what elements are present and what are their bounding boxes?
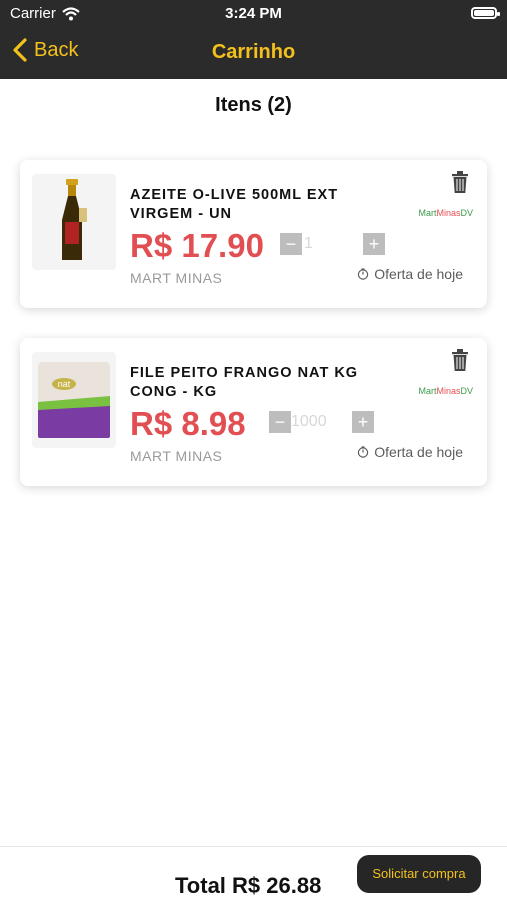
quantity-value[interactable]: 1 [304, 235, 313, 253]
page-title: Carrinho [211, 41, 296, 63]
timer-icon [358, 446, 369, 458]
product-price: R$ 8.98 [130, 405, 246, 442]
battery-fill [474, 10, 494, 16]
offer-label: Oferta de hoje [357, 266, 463, 282]
plus-icon: + [357, 412, 369, 432]
decrease-qty-button[interactable]: − [280, 233, 302, 255]
offer-label: Oferta de hoje [357, 444, 463, 460]
logo-part: Minas [436, 208, 461, 218]
status-time: 3:24 PM [225, 5, 282, 22]
store-name: MART MINAS [130, 448, 223, 464]
increase-qty-button[interactable]: + [352, 411, 374, 433]
minus-icon: − [285, 234, 297, 254]
timer-icon [358, 268, 369, 280]
offer-text: Oferta de hoje [374, 444, 463, 460]
increase-qty-button[interactable]: + [363, 233, 385, 255]
navigation-bar: Back Carrinho [0, 28, 507, 79]
product-name: FILE PEITO FRANGO NAT KG CONG - KG [130, 365, 359, 400]
request-purchase-button[interactable]: Solicitar compra [357, 855, 481, 893]
status-bar: Carrier 3:24 PM [0, 0, 507, 28]
logo-part: Mart [418, 386, 437, 396]
items-count-title: Itens (2) [215, 94, 292, 116]
battery-icon [471, 7, 500, 19]
checkout-bar: Total R$ 26.88 Solicitar compra [0, 846, 507, 900]
product-name: AZEITE O-LIVE 500ML EXT VIRGEM - UN [130, 187, 339, 222]
mart-minas-logo: MartMinasDV [418, 386, 473, 396]
cart-item-card: AZEITE O-LIVE 500ML EXT VIRGEM - UN R$ 1… [20, 160, 487, 308]
store-name: MART MINAS [130, 270, 223, 286]
minus-icon: − [274, 412, 286, 432]
logo-part: Minas [436, 386, 461, 396]
cart-screen: Carrier 3:24 PM Back Carrinho Itens (2) … [0, 0, 507, 900]
product-price: R$ 17.90 [130, 227, 264, 264]
header: Carrier 3:24 PM Back Carrinho [0, 0, 507, 79]
mart-minas-logo: MartMinasDV [418, 208, 473, 218]
trash-icon[interactable] [449, 348, 471, 372]
logo-part: Mart [418, 208, 437, 218]
quantity-value[interactable]: 1000 [291, 413, 327, 431]
plus-icon: + [368, 234, 380, 254]
svg-text:nat: nat [58, 379, 71, 389]
trash-icon[interactable] [449, 170, 471, 194]
decrease-qty-button[interactable]: − [269, 411, 291, 433]
cart-total: Total R$ 26.88 [175, 873, 322, 898]
cart-item-card: nat FILE PEITO FRANGO NAT KG CONG - KG R… [20, 338, 487, 486]
offer-text: Oferta de hoje [374, 266, 463, 282]
logo-part: DV [460, 386, 473, 396]
logo-part: DV [460, 208, 473, 218]
product-image-olive-oil [32, 174, 116, 270]
product-image-chicken: nat [32, 352, 116, 448]
